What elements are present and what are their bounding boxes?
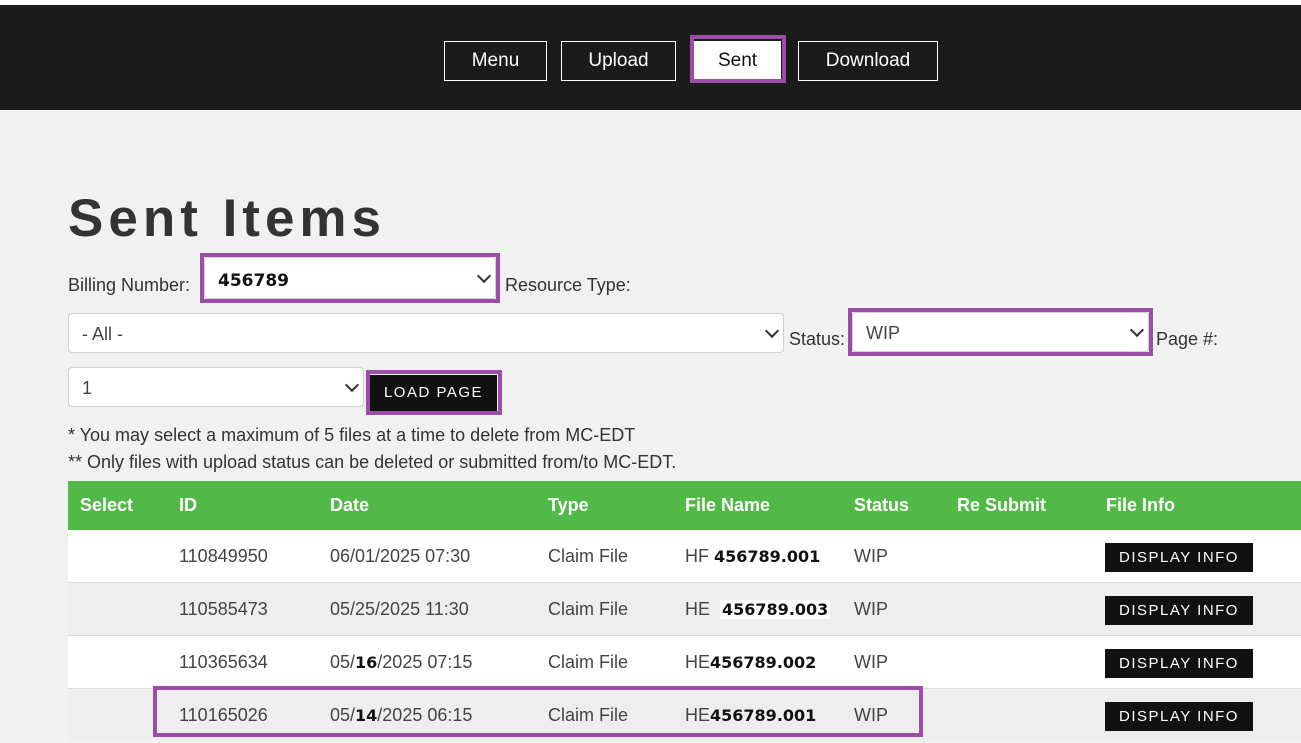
file-number: 456789.003 (720, 600, 831, 619)
file-number: 456789.001 (714, 547, 821, 566)
row-status: WIP (854, 652, 888, 672)
row-file-name: HE456789.001 (685, 689, 816, 742)
nav-menu-button[interactable]: Menu (444, 41, 547, 81)
billing-number-value: 456789 (218, 271, 289, 291)
status-select[interactable]: WIP (852, 312, 1149, 352)
resource-type-label: Resource Type: (505, 275, 631, 295)
table-header: Select ID Date Type File Name Status Re … (68, 481, 1301, 530)
row-type: Claim File (548, 705, 629, 725)
display-info-button[interactable]: DISPLAY INFO (1105, 596, 1253, 625)
page-number-label: Page #: (1156, 329, 1219, 349)
row-status: WIP (854, 705, 888, 725)
row-file-name: HE456789.002 (685, 636, 816, 689)
row-file-name: HF 456789.001 (685, 530, 820, 583)
row-id: 110849950 (179, 546, 268, 566)
display-info-button[interactable]: DISPLAY INFO (1105, 649, 1253, 678)
chevron-down-icon (1129, 322, 1145, 338)
file-number: 456789.001 (710, 706, 817, 725)
page-title: Sent Items (68, 189, 387, 248)
resource-type-value: - All - (82, 324, 124, 344)
row-date: 05/16/2025 07:15 (330, 636, 472, 689)
note-upload-status: ** Only files with upload status can be … (68, 452, 677, 472)
load-page-button[interactable]: LOAD PAGE (370, 375, 497, 411)
page-number-value: 1 (82, 378, 93, 398)
date-suffix: /2025 07:15 (377, 652, 473, 672)
file-prefix: HE (685, 599, 711, 619)
chevron-down-icon (476, 268, 492, 284)
status-value: WIP (866, 323, 900, 343)
table-row: 110365634 05/16/2025 07:15 Claim File HE… (68, 636, 1301, 689)
table-row: 110165026 05/14/2025 06:15 Claim File HE… (68, 689, 1301, 742)
nav-sent-button[interactable]: Sent (694, 41, 781, 81)
header-resubmit: Re Submit (957, 495, 1047, 515)
row-date: 05/14/2025 06:15 (330, 689, 472, 742)
row-type: Claim File (548, 546, 629, 566)
row-id: 110365634 (179, 652, 268, 672)
note-max-files: * You may select a maximum of 5 files at… (68, 425, 636, 445)
chevron-down-icon (764, 323, 780, 339)
table-row: 110585473 05/25/2025 11:30 Claim File HE… (68, 583, 1301, 636)
file-prefix: HF (685, 546, 714, 566)
resource-type-select[interactable]: - All - (68, 313, 784, 353)
row-type: Claim File (548, 652, 629, 672)
header-status: Status (854, 495, 910, 515)
date-day: 16 (355, 653, 378, 672)
display-info-button[interactable]: DISPLAY INFO (1105, 702, 1253, 731)
row-date: 06/01/2025 07:30 (330, 530, 470, 583)
file-prefix: HE (685, 652, 711, 672)
billing-number-label: Billing Number: (68, 275, 191, 295)
page-number-select[interactable]: 1 (68, 367, 364, 407)
header-file-info: File Info (1106, 495, 1175, 515)
row-id: 110585473 (179, 599, 268, 619)
row-status: WIP (854, 599, 888, 619)
billing-number-select[interactable]: 456789 (204, 257, 496, 299)
nav-upload-button[interactable]: Upload (561, 41, 676, 81)
header-id: ID (179, 495, 197, 515)
row-date-text: 06/01/2025 07:30 (330, 546, 471, 566)
status-label: Status: (789, 329, 846, 349)
row-file-name: HE 456789.003 (685, 583, 831, 636)
file-prefix: HE (685, 705, 711, 725)
header-file-name: File Name (685, 495, 771, 515)
date-prefix: 05/ (330, 705, 356, 725)
date-prefix: 05/ (330, 652, 356, 672)
table-row: 110849950 06/01/2025 07:30 Claim File HF… (68, 530, 1301, 583)
header-date: Date (330, 495, 370, 515)
row-date: 05/25/2025 11:30 (330, 583, 469, 636)
chevron-down-icon (344, 377, 360, 393)
row-status: WIP (854, 546, 888, 566)
top-nav-bar: Menu Upload Sent Download (0, 5, 1301, 110)
date-day: 14 (355, 706, 378, 725)
date-suffix: /2025 06:15 (377, 705, 473, 725)
header-select: Select (80, 495, 134, 515)
file-number: 456789.002 (710, 653, 817, 672)
row-id: 110165026 (179, 705, 268, 725)
row-date-text: 05/25/2025 11:30 (330, 599, 469, 619)
nav-download-button[interactable]: Download (798, 41, 938, 81)
row-type: Claim File (548, 599, 629, 619)
header-type: Type (548, 495, 589, 515)
display-info-button[interactable]: DISPLAY INFO (1105, 543, 1253, 572)
